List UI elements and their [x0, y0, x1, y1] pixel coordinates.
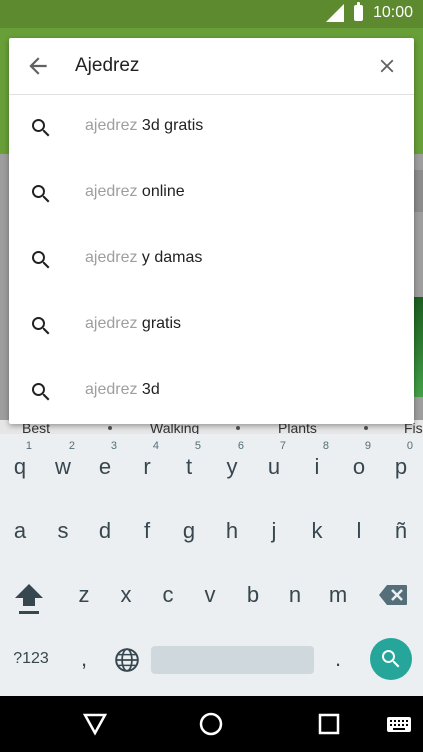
key-hint: 2 [68, 440, 75, 452]
search-input[interactable]: Ajedrez [75, 55, 139, 77]
key-label: o [352, 454, 366, 479]
more-dot-icon [364, 426, 368, 430]
search-icon [382, 650, 400, 668]
key-e[interactable]: e3 [87, 440, 123, 492]
backspace-icon[interactable] [378, 584, 408, 606]
search-icon [32, 317, 50, 335]
key-label: w [55, 454, 71, 479]
suggestion-prefix: ajedrez [85, 315, 138, 332]
key-label: q [13, 454, 27, 479]
comma-key[interactable]: , [66, 634, 102, 684]
key-d[interactable]: d [87, 506, 123, 556]
navigation-bar [0, 696, 423, 752]
key-label: y [226, 454, 238, 479]
key-i[interactable]: i8 [299, 440, 335, 492]
key-k[interactable]: k [299, 506, 335, 556]
key-w[interactable]: w2 [45, 440, 81, 492]
key-q[interactable]: q1 [2, 440, 38, 492]
search-icon [32, 251, 50, 269]
suggestion-prefix: ajedrez [85, 381, 138, 398]
key-j[interactable]: j [256, 506, 292, 556]
key-t[interactable]: t5 [171, 440, 207, 492]
suggestion-item[interactable]: ajedrez gratis [9, 293, 414, 359]
key-n[interactable]: n [277, 570, 313, 620]
key-s[interactable]: s [45, 506, 81, 556]
space-key[interactable] [151, 646, 314, 674]
key-hint: 7 [279, 440, 286, 452]
close-icon[interactable] [376, 55, 398, 77]
key-hint: 4 [152, 440, 159, 452]
key-label: i [314, 454, 320, 479]
triangle-back-icon[interactable] [81, 710, 109, 738]
search-icon [32, 185, 50, 203]
arrow-left-icon[interactable] [25, 53, 51, 79]
suggestion-completion: gratis [137, 315, 182, 332]
key-m[interactable]: m [320, 570, 356, 620]
square-recents-icon[interactable] [315, 710, 343, 738]
suggestion-completion: 3d [137, 381, 160, 398]
suggestion-prefix: ajedrez [85, 117, 138, 134]
key-y[interactable]: y6 [214, 440, 250, 492]
symbols-key[interactable]: ?123 [6, 634, 56, 684]
globe-icon[interactable] [114, 647, 140, 673]
suggestion-item[interactable]: ajedrez 3d [9, 359, 414, 425]
key-hint: 5 [194, 440, 201, 452]
signal-icon [325, 4, 344, 22]
keyboard-icon[interactable] [386, 710, 412, 738]
key-l[interactable]: l [341, 506, 377, 556]
more-dot-icon [236, 426, 240, 430]
key-label: u [267, 454, 281, 479]
key-hint: 8 [322, 440, 329, 452]
search-key[interactable] [370, 638, 412, 680]
key-r[interactable]: r4 [129, 440, 165, 492]
key-o[interactable]: o9 [341, 440, 377, 492]
suggestion-completion: y damas [137, 249, 203, 266]
key-hint: 9 [364, 440, 371, 452]
key-x[interactable]: x [108, 570, 144, 620]
suggestion-prefix: ajedrez [85, 183, 138, 200]
suggestion-item[interactable]: ajedrez 3d gratis [9, 95, 414, 161]
search-icon [32, 119, 50, 137]
period-key[interactable]: . [320, 634, 356, 684]
status-time: 10:00 [372, 4, 413, 21]
suggestion-item[interactable]: ajedrez y damas [9, 227, 414, 293]
key-h[interactable]: h [214, 506, 250, 556]
key-c[interactable]: c [150, 570, 186, 620]
battery-icon [353, 2, 363, 21]
key-z[interactable]: z [66, 570, 102, 620]
suggestion-completion: 3d gratis [137, 117, 204, 134]
key-u[interactable]: u7 [256, 440, 292, 492]
key-label: p [394, 454, 408, 479]
key-b[interactable]: b [235, 570, 271, 620]
key-hint: 3 [110, 440, 117, 452]
key-a[interactable]: a [2, 506, 38, 556]
key-hint: 0 [406, 440, 413, 452]
key-n-tilde[interactable]: ñ [383, 506, 419, 556]
suggestion-prefix: ajedrez [85, 249, 138, 266]
key-p[interactable]: p0 [383, 440, 419, 492]
search-icon [32, 383, 50, 401]
suggestion-item[interactable]: ajedrez online [9, 161, 414, 227]
shift-arrow-icon[interactable] [14, 582, 44, 616]
key-label: t [185, 454, 193, 479]
suggestion-completion: online [137, 183, 185, 200]
key-f[interactable]: f [129, 506, 165, 556]
soft-keyboard: q1 w2 e3 r4 t5 y6 u7 i8 o9 p0 a s d f g … [0, 434, 423, 696]
key-v[interactable]: v [192, 570, 228, 620]
key-g[interactable]: g [171, 506, 207, 556]
status-icons: 10:00 [325, 2, 413, 22]
key-label: e [98, 454, 112, 479]
status-bar: 10:00 [0, 0, 423, 28]
circle-home-icon[interactable] [197, 710, 225, 738]
search-bar: Ajedrez [9, 38, 414, 95]
key-label: r [143, 454, 151, 479]
more-dot-icon [108, 426, 112, 430]
search-suggestions-card: Ajedrez ajedrez 3d gratis ajedrez online… [9, 38, 414, 424]
key-hint: 1 [25, 440, 32, 452]
key-hint: 6 [237, 440, 244, 452]
